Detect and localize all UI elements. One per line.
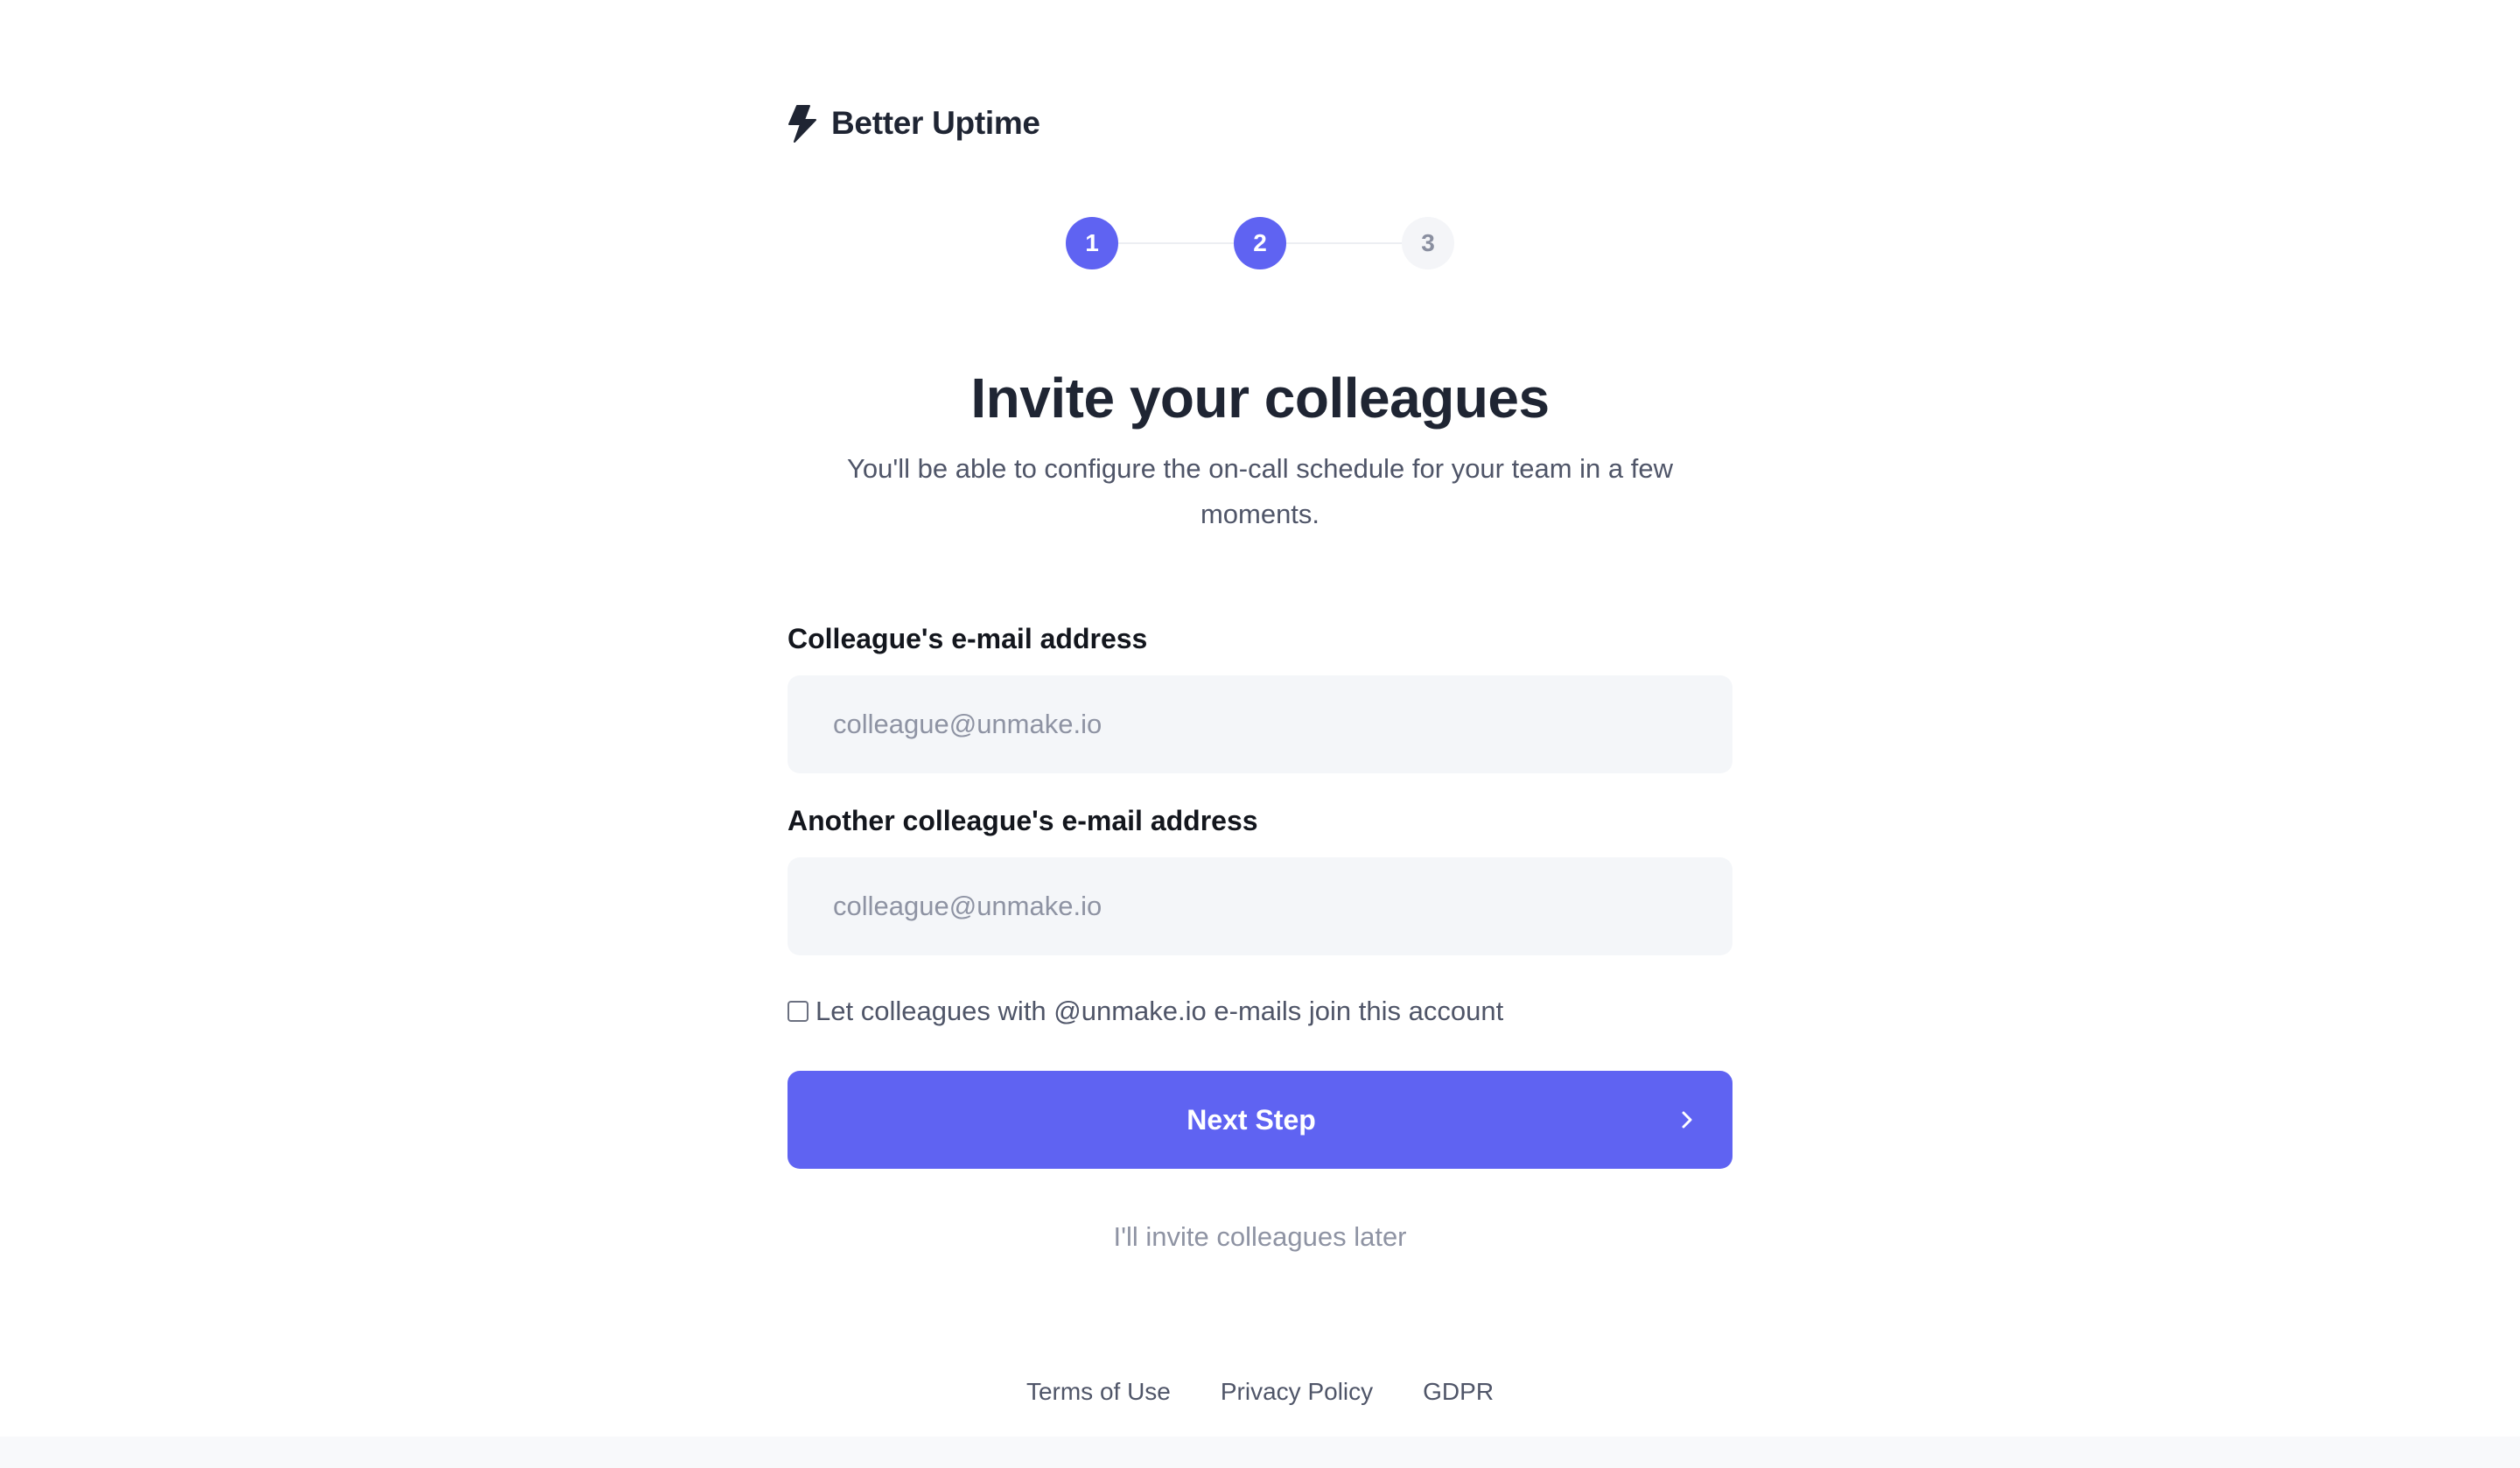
chevron-right-icon: [1682, 1111, 1692, 1129]
terms-of-use-link[interactable]: Terms of Use: [1026, 1378, 1171, 1406]
lightning-bolt-icon: [786, 103, 819, 143]
page-title: Invite your colleagues: [970, 367, 1550, 430]
domain-join-option[interactable]: Let colleagues with @unmake.io e-mails j…: [788, 996, 1503, 1027]
domain-join-checkbox[interactable]: [788, 1001, 808, 1022]
stepper-connector: [1118, 242, 1234, 244]
next-step-button[interactable]: Next Step: [788, 1071, 1732, 1169]
subtitle-line-2: moments.: [1200, 499, 1320, 529]
colleague-email-label: Colleague's e-mail address: [788, 623, 1148, 654]
next-step-label: Next Step: [1186, 1103, 1316, 1136]
another-colleague-email-label: Another colleague's e-mail address: [788, 805, 1258, 836]
progress-stepper: 1 2 3: [1066, 217, 1454, 269]
another-colleague-email-input[interactable]: [788, 857, 1732, 955]
footer-bar: [0, 1437, 2520, 1468]
subtitle-line-1: You'll be able to configure the on-call …: [847, 453, 1673, 484]
page-subtitle: You'll be able to configure the on-call …: [788, 446, 1732, 537]
stepper-connector: [1286, 242, 1402, 244]
colleague-email-input[interactable]: [788, 675, 1732, 773]
gdpr-link[interactable]: GDPR: [1423, 1378, 1494, 1406]
step-1-indicator: 1: [1066, 217, 1118, 269]
brand-name: Better Uptime: [831, 105, 1040, 141]
domain-join-label[interactable]: Let colleagues with @unmake.io e-mails j…: [816, 996, 1503, 1027]
onboarding-page: Better Uptime 1 2 3 Invite your colleagu…: [0, 0, 2520, 1468]
footer-links: Terms of Use Privacy Policy GDPR: [0, 1378, 2520, 1406]
privacy-policy-link[interactable]: Privacy Policy: [1221, 1378, 1373, 1406]
step-2-indicator: 2: [1234, 217, 1286, 269]
step-3-indicator: 3: [1402, 217, 1454, 269]
brand-logo[interactable]: Better Uptime: [786, 103, 1040, 143]
skip-invite-link[interactable]: I'll invite colleagues later: [788, 1221, 1732, 1253]
